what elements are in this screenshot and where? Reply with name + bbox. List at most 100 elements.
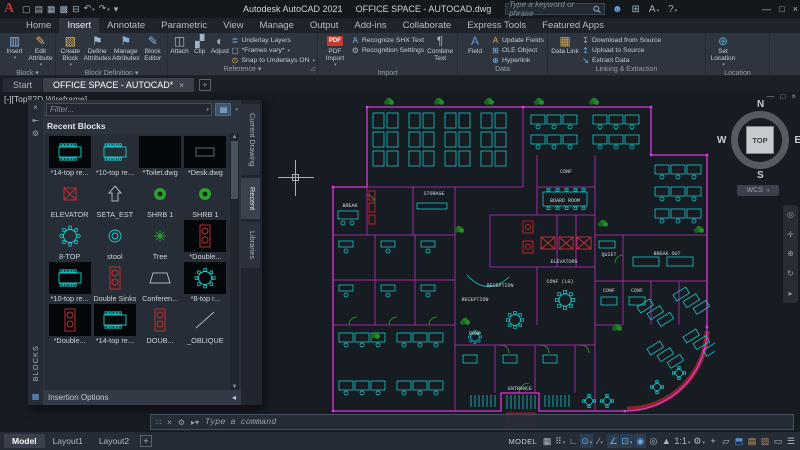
palette-scrollbar[interactable]: ▲ ▼: [230, 134, 239, 390]
palette-tab-recent[interactable]: Recent: [241, 178, 260, 219]
file-tab-start[interactable]: Start: [3, 78, 42, 92]
zoom-extents-icon[interactable]: ⊕: [787, 249, 794, 258]
button-clip[interactable]: ▞Clip: [190, 34, 209, 55]
layout-tab-model[interactable]: Model: [4, 434, 45, 448]
qat-customize-icon[interactable]: ▾: [114, 1, 119, 17]
model-indicator[interactable]: MODEL: [508, 437, 537, 446]
close-button[interactable]: ×: [793, 4, 798, 14]
block-item-toilet-dwg[interactable]: *Toilet.dwg: [138, 136, 183, 177]
panel-label-linking-extraction[interactable]: Linking & Extraction: [548, 65, 705, 75]
pan-icon[interactable]: ✛: [787, 230, 794, 239]
block-item-10-top-re[interactable]: *10-top re...: [47, 262, 92, 303]
button-data-link[interactable]: ▦Data Link: [550, 34, 580, 55]
layout-tab-layout2[interactable]: Layout2: [91, 434, 137, 448]
search-icon[interactable]: [593, 5, 601, 14]
block-item-elevator[interactable]: ELEVATOR: [47, 178, 92, 219]
sign-in-icon[interactable]: ☻: [612, 4, 623, 15]
button-extract-data[interactable]: ↘Extract Data: [581, 56, 661, 65]
minimize-button[interactable]: —: [762, 4, 771, 14]
app-manager-icon[interactable]: A▾: [649, 4, 659, 15]
button-edit-attribute[interactable]: ✎Edit Attribute▾: [28, 34, 53, 69]
command-line-close-icon[interactable]: ×: [167, 418, 172, 427]
palette-properties-icon[interactable]: ⚙: [32, 129, 39, 138]
block-item-double[interactable]: *Double...: [47, 304, 92, 345]
tab-view[interactable]: View: [215, 18, 251, 33]
command-line[interactable]: ∷ × ⚙ ▸▾ Type a command: [150, 414, 794, 430]
palette-autohide-icon[interactable]: ⇤: [32, 116, 39, 125]
drawing-restore-button[interactable]: □: [780, 92, 785, 101]
file-tab-active[interactable]: OFFICE SPACE - AUTOCAD* ×: [43, 78, 194, 92]
block-item-8-top[interactable]: 8-TOP: [47, 220, 92, 261]
command-line-customize-icon[interactable]: ⚙: [178, 418, 185, 427]
insertion-options-expand-icon[interactable]: ◂: [232, 393, 236, 402]
tray-connect-icon[interactable]: ⬒: [733, 434, 745, 448]
autocad-logo-icon[interactable]: A: [0, 1, 18, 17]
button-manage-attributes[interactable]: ⚑Manage Attributes: [112, 34, 139, 62]
file-tab-close-icon[interactable]: ×: [179, 81, 184, 90]
view-cube-south[interactable]: S: [757, 170, 764, 181]
block-item-double[interactable]: *Double...: [183, 220, 228, 261]
filter-input[interactable]: Filter...▾: [46, 103, 212, 116]
scale-value[interactable]: 1:1▾: [673, 434, 691, 448]
ortho-mode-icon[interactable]: ∟: [567, 434, 579, 448]
command-line-grip[interactable]: ∷: [156, 418, 161, 427]
view-cube-north[interactable]: N: [757, 99, 764, 110]
panel-label-location[interactable]: Location: [706, 69, 769, 79]
block-item-8-top-r[interactable]: *8-top r...: [183, 262, 228, 303]
tab-express-tools[interactable]: Express Tools: [459, 18, 534, 33]
full-navigation-wheel-icon[interactable]: ◎: [787, 210, 794, 219]
palette-close-icon[interactable]: ×: [33, 103, 38, 112]
button-hyperlink[interactable]: ⊕Hyperlink: [491, 56, 544, 65]
scroll-up-icon[interactable]: ▲: [232, 134, 238, 140]
save-as-icon[interactable]: ▩: [60, 1, 69, 17]
button-ole-object[interactable]: ⊞OLE Object: [491, 46, 544, 55]
panel-label-block-definition[interactable]: Block Definition ▾: [56, 69, 167, 79]
polar-tracking-icon[interactable]: ⊙▾: [580, 434, 593, 448]
workspace-switching-icon[interactable]: ⚙▾: [692, 434, 706, 448]
button-update-fields[interactable]: AUpdate Fields: [491, 36, 544, 45]
block-item-doub[interactable]: DOUB...: [138, 304, 183, 345]
layout-tab-layout1[interactable]: Layout1: [45, 434, 91, 448]
button-pdf-import[interactable]: PDFPDF Import▾: [320, 34, 350, 69]
annotation-scale-icon[interactable]: ▲: [660, 434, 672, 448]
redo-icon[interactable]: ↷▾: [99, 0, 110, 18]
tab-parametric[interactable]: Parametric: [153, 18, 215, 33]
drawing-area[interactable]: [-][Top][2D Wireframe] — □ ×: [0, 92, 800, 432]
block-item-seta-est[interactable]: SETA_EST: [92, 178, 137, 219]
block-item-conferen[interactable]: Conferen...: [138, 262, 183, 303]
scroll-down-icon[interactable]: ▼: [232, 384, 238, 390]
block-item-shrb-1[interactable]: SHRB 1: [183, 178, 228, 219]
panel-label-import[interactable]: Import: [318, 69, 457, 79]
help-icon[interactable]: ?▾: [668, 4, 677, 15]
tab-annotate[interactable]: Annotate: [99, 18, 153, 33]
block-library-button[interactable]: ▤: [215, 103, 231, 116]
block-item-stool[interactable]: stool: [92, 220, 137, 261]
panel-label-block[interactable]: Block ▾: [0, 69, 55, 79]
open-file-icon[interactable]: ▤: [35, 1, 44, 17]
view-cube-top-face[interactable]: TOP: [746, 126, 774, 154]
palette-tab-libraries[interactable]: Libraries: [241, 222, 260, 268]
tab-manage[interactable]: Manage: [252, 18, 302, 33]
button-attach[interactable]: ◫Attach: [170, 34, 189, 55]
button-recognition-settings[interactable]: ⚙Recognition Settings: [351, 46, 424, 55]
search-box[interactable]: Type a keyword or phrase: [505, 3, 605, 15]
isodraft-icon[interactable]: ∕▾: [594, 434, 606, 448]
button-recognize-shx-text[interactable]: ARecognize SHX Text: [351, 36, 424, 45]
button-define-attributes[interactable]: ⚑Define Attributes: [84, 34, 111, 62]
panel-expander-icon[interactable]: ◿: [310, 64, 315, 74]
command-input[interactable]: Type a command: [205, 417, 276, 427]
tab-home[interactable]: Home: [18, 18, 59, 33]
recent-commands-icon[interactable]: ▸▾: [191, 418, 199, 427]
annotation-monitor-icon[interactable]: +: [707, 434, 719, 448]
object-snap-icon[interactable]: ⊡▾: [620, 434, 633, 448]
showmotion-icon[interactable]: ▸: [788, 289, 792, 298]
block-item-tree[interactable]: Tree: [138, 220, 183, 261]
panel-label-data[interactable]: Data: [458, 65, 547, 75]
block-item-14-top-re[interactable]: *14-top re...: [92, 304, 137, 345]
view-cube-west[interactable]: W: [717, 135, 726, 146]
tab-featured-apps[interactable]: Featured Apps: [534, 18, 612, 33]
annotation-visibility-icon[interactable]: ◉: [634, 434, 646, 448]
button-upload-to-source[interactable]: ↥Upload to Source: [581, 46, 661, 55]
tray-graphics-icon[interactable]: ▨: [759, 434, 771, 448]
button-adjust[interactable]: ◐Adjust: [210, 34, 229, 55]
